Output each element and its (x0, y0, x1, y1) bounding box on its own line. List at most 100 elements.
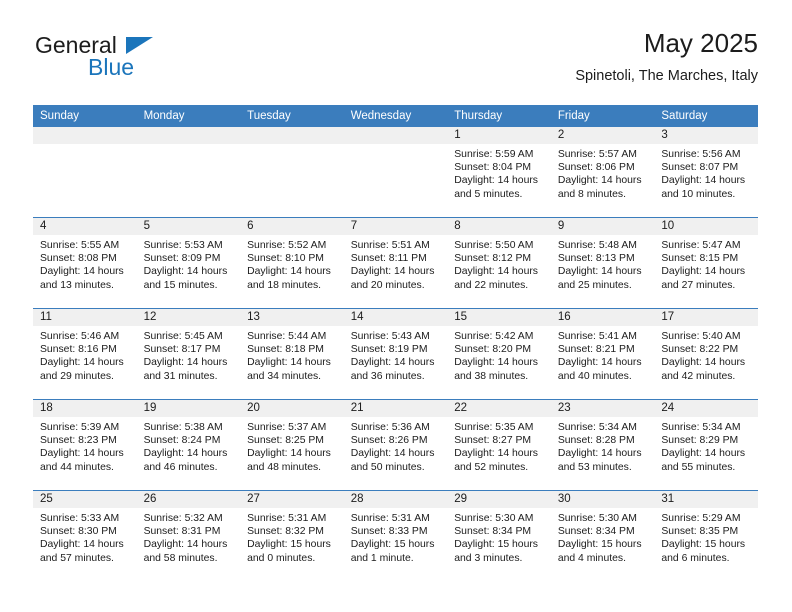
calendar-day-cell[interactable]: 14 Sunrise: 5:43 AM Sunset: 8:19 PM Dayligh… (343, 308, 448, 400)
daylight-duration-line1: Daylight: 14 hours (350, 357, 435, 369)
day-number: 31 (654, 491, 758, 508)
day-cell: 26 Sunrise: 5:32 AM Sunset: 8:31 PM Dayligh… (136, 491, 241, 581)
day-sun-info: Sunrise: 5:30 AM Sunset: 8:34 PM Daylight:… (551, 508, 655, 565)
calendar-page: General Blue May 2025 Spinetoli, The Mar… (0, 0, 792, 612)
calendar-day-cell[interactable]: 16 Sunrise: 5:41 AM Sunset: 8:21 PM Dayligh… (550, 308, 655, 400)
calendar-day-cell[interactable]: 15 Sunrise: 5:42 AM Sunset: 8:20 PM Dayligh… (447, 308, 551, 400)
sunrise-time: Sunrise: 5:36 AM (350, 422, 430, 433)
day-sun-info: Sunrise: 5:48 AM Sunset: 8:13 PM Daylight:… (551, 235, 655, 292)
day-cell: 27 Sunrise: 5:31 AM Sunset: 8:32 PM Dayligh… (240, 491, 344, 581)
calendar-day-cell[interactable]: 23 Sunrise: 5:34 AM Sunset: 8:28 PM Dayligh… (550, 399, 655, 491)
calendar-day-cell[interactable]: 11 Sunrise: 5:46 AM Sunset: 8:16 PM Dayligh… (33, 308, 137, 400)
calendar-day-cell[interactable]: 20 Sunrise: 5:37 AM Sunset: 8:25 PM Dayligh… (240, 399, 344, 491)
daylight-duration-line2: and 50 minutes. (350, 461, 425, 473)
calendar-day-cell[interactable]: 28 Sunrise: 5:31 AM Sunset: 8:33 PM Dayligh… (343, 490, 448, 581)
sunset-time: Sunset: 8:33 PM (350, 526, 428, 538)
day-number: 6 (240, 218, 344, 235)
daylight-duration-line2: and 52 minutes. (454, 461, 529, 473)
sunrise-time: Sunrise: 5:39 AM (40, 422, 120, 433)
daylight-duration-line1: Daylight: 14 hours (661, 266, 746, 278)
sunset-time: Sunset: 8:31 PM (143, 526, 221, 538)
calendar-day-cell[interactable]: 19 Sunrise: 5:38 AM Sunset: 8:24 PM Dayligh… (136, 399, 241, 491)
calendar-day-cell[interactable]: 10 Sunrise: 5:47 AM Sunset: 8:15 PM Dayligh… (654, 217, 758, 309)
sunset-time: Sunset: 8:21 PM (557, 344, 635, 356)
daylight-duration-line1: Daylight: 15 hours (350, 539, 435, 551)
calendar-day-cell[interactable]: 31 Sunrise: 5:29 AM Sunset: 8:35 PM Dayligh… (654, 490, 758, 581)
day-cell: 23 Sunrise: 5:34 AM Sunset: 8:28 PM Dayligh… (550, 400, 655, 490)
day-sun-info: Sunrise: 5:51 AM Sunset: 8:11 PM Daylight:… (344, 235, 448, 292)
calendar-day-cell[interactable]: 9 Sunrise: 5:48 AM Sunset: 8:13 PM Daylight… (550, 217, 655, 309)
brand-logo[interactable]: General Blue (33, 32, 233, 88)
daylight-duration-line1: Daylight: 14 hours (661, 357, 746, 369)
daylight-duration-line2: and 31 minutes. (143, 370, 218, 382)
calendar-day-cell[interactable]: 22 Sunrise: 5:35 AM Sunset: 8:27 PM Dayligh… (447, 399, 551, 491)
calendar-day-cell[interactable] (240, 127, 344, 218)
calendar-day-cell[interactable]: 21 Sunrise: 5:36 AM Sunset: 8:26 PM Dayligh… (343, 399, 448, 491)
calendar-day-cell[interactable]: 8 Sunrise: 5:50 AM Sunset: 8:12 PM Daylight… (447, 217, 551, 309)
daylight-duration-line1: Daylight: 14 hours (454, 448, 538, 460)
calendar-day-cell[interactable]: 6 Sunrise: 5:52 AM Sunset: 8:10 PM Daylight… (240, 217, 344, 309)
day-number: 11 (33, 309, 137, 326)
calendar-day-cell[interactable]: 3 Sunrise: 5:56 AM Sunset: 8:07 PM Daylight… (654, 127, 758, 218)
calendar-day-cell[interactable]: 5 Sunrise: 5:53 AM Sunset: 8:09 PM Daylight… (136, 217, 241, 309)
triangle-logo-icon (126, 37, 153, 54)
day-sun-info: Sunrise: 5:55 AM Sunset: 8:08 PM Daylight:… (33, 235, 137, 292)
sunrise-time: Sunrise: 5:59 AM (454, 149, 534, 160)
calendar-week-row: 11 Sunrise: 5:46 AM Sunset: 8:16 PM Dayligh… (33, 308, 758, 400)
calendar-day-cell[interactable]: 25 Sunrise: 5:33 AM Sunset: 8:30 PM Dayligh… (33, 490, 137, 581)
day-number: 13 (240, 309, 344, 326)
calendar-day-cell[interactable]: 1 Sunrise: 5:59 AM Sunset: 8:04 PM Daylight… (447, 127, 551, 218)
calendar-day-cell[interactable]: 30 Sunrise: 5:30 AM Sunset: 8:34 PM Dayligh… (550, 490, 655, 581)
day-cell: 29 Sunrise: 5:30 AM Sunset: 8:34 PM Dayligh… (447, 491, 551, 581)
day-sun-info: Sunrise: 5:52 AM Sunset: 8:10 PM Daylight:… (240, 235, 344, 292)
calendar-day-cell[interactable]: 17 Sunrise: 5:40 AM Sunset: 8:22 PM Dayligh… (654, 308, 758, 400)
sunset-time: Sunset: 8:24 PM (143, 435, 221, 447)
day-cell: 20 Sunrise: 5:37 AM Sunset: 8:25 PM Dayligh… (240, 400, 344, 490)
sunrise-time: Sunrise: 5:31 AM (247, 513, 327, 524)
calendar-day-cell[interactable]: 18 Sunrise: 5:39 AM Sunset: 8:23 PM Dayligh… (33, 399, 137, 491)
day-sun-info: Sunrise: 5:38 AM Sunset: 8:24 PM Daylight:… (137, 417, 241, 474)
daylight-duration-line2: and 1 minute. (350, 552, 414, 564)
calendar-day-cell[interactable]: 2 Sunrise: 5:57 AM Sunset: 8:06 PM Daylight… (550, 127, 655, 218)
calendar-day-cell[interactable]: 26 Sunrise: 5:32 AM Sunset: 8:31 PM Dayligh… (136, 490, 241, 581)
calendar-day-cell[interactable]: 27 Sunrise: 5:31 AM Sunset: 8:32 PM Dayligh… (240, 490, 344, 581)
daylight-duration-line1: Daylight: 14 hours (143, 357, 228, 369)
sunrise-time: Sunrise: 5:42 AM (454, 331, 534, 342)
day-number (240, 127, 344, 144)
sunrise-time: Sunrise: 5:35 AM (454, 422, 534, 433)
calendar-day-cell[interactable]: 13 Sunrise: 5:44 AM Sunset: 8:18 PM Dayligh… (240, 308, 344, 400)
page-header: General Blue May 2025 Spinetoli, The Mar… (33, 28, 758, 96)
daylight-duration-line2: and 38 minutes. (454, 370, 529, 382)
daylight-duration-line2: and 27 minutes. (661, 279, 736, 291)
day-sun-info: Sunrise: 5:36 AM Sunset: 8:26 PM Daylight:… (344, 417, 448, 474)
calendar-day-cell[interactable]: 24 Sunrise: 5:34 AM Sunset: 8:29 PM Dayligh… (654, 399, 758, 491)
calendar-day-cell[interactable] (33, 127, 137, 218)
sunrise-time: Sunrise: 5:55 AM (40, 240, 120, 251)
daylight-duration-line1: Daylight: 14 hours (350, 266, 435, 278)
sunset-time: Sunset: 8:15 PM (661, 253, 739, 265)
sunset-time: Sunset: 8:22 PM (661, 344, 739, 356)
daylight-duration-line2: and 36 minutes. (350, 370, 425, 382)
daylight-duration-line2: and 29 minutes. (40, 370, 114, 382)
day-cell: 3 Sunrise: 5:56 AM Sunset: 8:07 PM Daylight… (654, 127, 758, 217)
daylight-duration-line1: Daylight: 14 hours (40, 357, 124, 369)
calendar-day-cell[interactable]: 29 Sunrise: 5:30 AM Sunset: 8:34 PM Dayligh… (447, 490, 551, 581)
day-number: 20 (240, 400, 344, 417)
day-cell: 16 Sunrise: 5:41 AM Sunset: 8:21 PM Dayligh… (550, 309, 655, 399)
day-number: 7 (343, 218, 448, 235)
day-sun-info: Sunrise: 5:37 AM Sunset: 8:25 PM Daylight:… (240, 417, 344, 474)
calendar-day-cell[interactable]: 7 Sunrise: 5:51 AM Sunset: 8:11 PM Daylight… (343, 217, 448, 309)
calendar-day-cell[interactable]: 4 Sunrise: 5:55 AM Sunset: 8:08 PM Daylight… (33, 217, 137, 309)
day-cell-empty (343, 127, 448, 217)
calendar-day-cell[interactable] (343, 127, 448, 218)
day-cell: 22 Sunrise: 5:35 AM Sunset: 8:27 PM Dayligh… (447, 400, 551, 490)
calendar-day-cell[interactable]: 12 Sunrise: 5:45 AM Sunset: 8:17 PM Dayligh… (136, 308, 241, 400)
day-cell: 25 Sunrise: 5:33 AM Sunset: 8:30 PM Dayligh… (33, 491, 137, 581)
day-cell: 15 Sunrise: 5:42 AM Sunset: 8:20 PM Dayligh… (447, 309, 551, 399)
daylight-duration-line1: Daylight: 15 hours (557, 539, 642, 551)
daylight-duration-line2: and 25 minutes. (557, 279, 632, 291)
calendar-day-cell[interactable] (136, 127, 241, 218)
day-number: 4 (33, 218, 137, 235)
sunset-time: Sunset: 8:13 PM (557, 253, 635, 265)
day-cell-empty (240, 127, 344, 217)
